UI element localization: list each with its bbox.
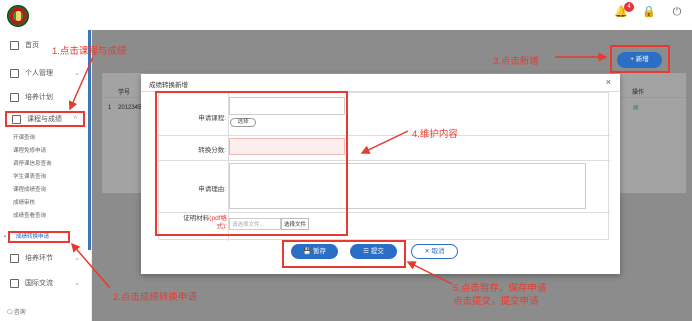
university-logo [7,5,29,27]
chevron-down-icon: ⌄ [74,255,80,262]
chart-icon [10,278,19,288]
sidebar-item-plan[interactable]: 培养计划 [0,89,92,105]
notification-badge: 4 [624,2,634,12]
edit-icon[interactable]: ▤ [633,104,639,111]
annotation-step4: 4.维护内容 [412,129,458,140]
sidebar-item-personal[interactable]: 个人管理 ⌄ [0,65,92,81]
home-icon [10,40,19,50]
sub-item[interactable]: 成绩审核 [13,198,35,206]
lock-icon[interactable]: 🔒 [642,5,656,19]
sidebar-item-international[interactable]: 国际交流 ⌄ [0,275,92,291]
add-button[interactable]: + 新增 [617,52,662,68]
sidebar-item-label: 国际交流 [25,280,53,287]
annotation-step1: 1.点击课程与成绩 [52,46,127,57]
sidebar-item-label: 个人管理 [25,70,53,77]
chevron-down-icon: ⌄ [74,70,80,77]
chart-icon [12,114,21,124]
sidebar-item-label: 培养环节 [25,255,53,262]
row-student-id: 2012345 [118,105,142,111]
row-number: 1 [108,105,112,111]
close-icon[interactable]: × [606,77,611,87]
annotation-step3: 3.点击新增 [493,56,539,67]
chart-icon [10,253,19,263]
sub-item[interactable]: 成绩查看查询 [13,211,46,219]
sidebar-item-label: 课程与成绩 [27,116,62,123]
sub-item[interactable]: 课程成绩查询 [13,185,46,193]
bell-icon[interactable]: 🔔 4 [614,2,634,19]
chevron-up-icon: ^ [73,115,77,123]
cancel-button[interactable]: ✕ 取消 [411,244,458,259]
close-icon: ✕ [424,248,432,255]
sub-item[interactable]: 学生课表查询 [13,172,46,180]
user-icon [10,68,19,78]
annotation-step5-line2: 点击提交，提交申请 [453,296,539,307]
annotation-step2: 2.点击成绩转换申请 [113,292,197,303]
sub-item[interactable]: 开课查询 [13,133,35,141]
power-icon[interactable]: ⏻ [670,5,684,19]
sidebar-item-training[interactable]: 培养环节 ⌄ [0,250,92,266]
sidebar-item-label: 培养计划 [25,94,53,101]
modal-title: 成绩转换新增 [149,82,188,89]
consult-label: 咨询 [13,310,26,316]
sidebar: 首页 个人管理 ⌄ 培养计划 课程与成绩 ^ 开课查询 课程免修申请 调停课信息… [0,30,92,321]
chevron-down-icon: ⌄ [74,280,80,287]
top-bar: 🔔 4 🔒 ⏻ [0,0,692,30]
sub-item[interactable]: 调停课信息查询 [13,159,52,167]
cancel-label: 取消 [431,248,445,255]
header-icons: 🔔 4 🔒 ⏻ [614,2,684,19]
sidebar-item-courses-grades[interactable]: 课程与成绩 ^ [5,111,85,127]
chart-icon [10,92,19,102]
column-header-action: 操作 [632,90,645,96]
sidebar-item-label: 首页 [25,42,39,49]
sidebar-scrollbar[interactable] [88,30,91,250]
annotation-step5-line1: 5.点击暂存，保存申请 [453,283,547,294]
consult-link[interactable]: 🗨咨询 [6,307,26,316]
sub-item[interactable]: 课程免修申请 [13,146,46,154]
form-highlight [155,91,348,236]
buttons-highlight [282,240,406,268]
sub-item-grade-conversion[interactable]: 成绩转换申请 [4,231,70,243]
chat-icon: 🗨 [6,310,14,316]
column-header-id: 学号 [118,90,131,96]
